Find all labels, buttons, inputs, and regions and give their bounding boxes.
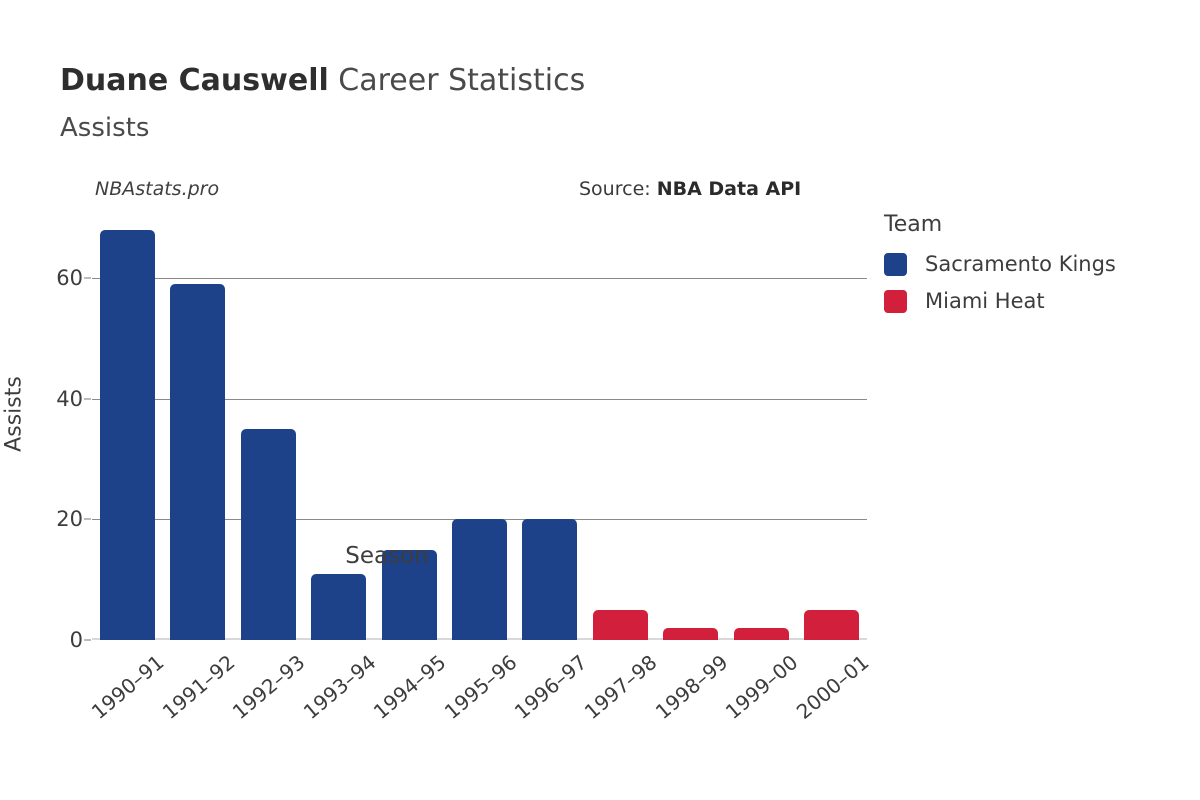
legend-swatch-icon [884, 252, 907, 276]
plot-area: Assists 0 20 40 60 1990–91 1991–92 1992–93 199… [2, 218, 873, 724]
legend-swatch-icon [884, 289, 907, 313]
title-suffix: Career Statistics [328, 63, 586, 98]
x-tick-label: 1991–92 [157, 650, 240, 724]
x-tick-label: 1996–97 [509, 650, 592, 724]
y-tick-mark [84, 277, 91, 279]
legend-item-label: Sacramento Kings [925, 252, 1116, 276]
x-axis-label: Season [345, 543, 429, 569]
y-axis-label: Assists [1, 376, 27, 452]
y-tick-mark [84, 518, 91, 520]
x-tick-label: 1994–95 [368, 650, 451, 724]
bar[interactable] [240, 429, 296, 640]
legend: Team Sacramento Kings Miami Heat [884, 212, 1116, 323]
chart-subtitle: Assists [60, 113, 150, 143]
bar[interactable] [522, 519, 578, 640]
bar-series [92, 218, 867, 640]
source-value: NBA Data API [656, 178, 802, 200]
watermark: NBAstats.pro [95, 178, 220, 200]
x-tick-label: 2000–01 [791, 650, 874, 724]
source-note: Source: NBA Data API [579, 178, 801, 200]
bar[interactable] [804, 609, 860, 640]
y-tick-label: 0 [69, 628, 83, 652]
legend-items: Sacramento Kings Miami Heat [884, 249, 1116, 316]
x-tick-label: 1990–91 [87, 650, 169, 724]
legend-title: Team [884, 212, 943, 237]
y-tick-label: 40 [56, 386, 83, 411]
x-tick-label: 1999–00 [721, 650, 803, 724]
x-tick-label: 1993–94 [298, 650, 381, 724]
x-tick-label: 1995–96 [439, 650, 521, 724]
x-tick-label: 1992–93 [227, 650, 310, 724]
y-tick-mark [84, 639, 91, 641]
bar[interactable] [592, 609, 648, 640]
legend-item[interactable]: Sacramento Kings [884, 249, 1116, 279]
source-prefix: Source: [579, 178, 657, 200]
bar[interactable] [311, 573, 367, 640]
x-tick-label: 1998–99 [650, 650, 733, 724]
x-tick-label: 1997–98 [580, 650, 662, 724]
bar[interactable] [733, 627, 789, 640]
y-tick-label: 60 [56, 266, 83, 291]
legend-item[interactable]: Miami Heat [884, 286, 1116, 316]
bar[interactable] [99, 230, 155, 640]
bar[interactable] [170, 284, 226, 640]
y-tick-mark [84, 398, 91, 400]
player-name: Duane Causwell [60, 63, 329, 98]
chart-page: Duane Causwell Career Statistics Assists… [0, 0, 1200, 800]
bar[interactable] [663, 627, 719, 640]
page-title: Duane Causwell Career Statistics [60, 66, 585, 96]
legend-item-label: Miami Heat [925, 289, 1045, 313]
bar[interactable] [452, 519, 507, 640]
y-tick-label: 20 [56, 507, 83, 532]
